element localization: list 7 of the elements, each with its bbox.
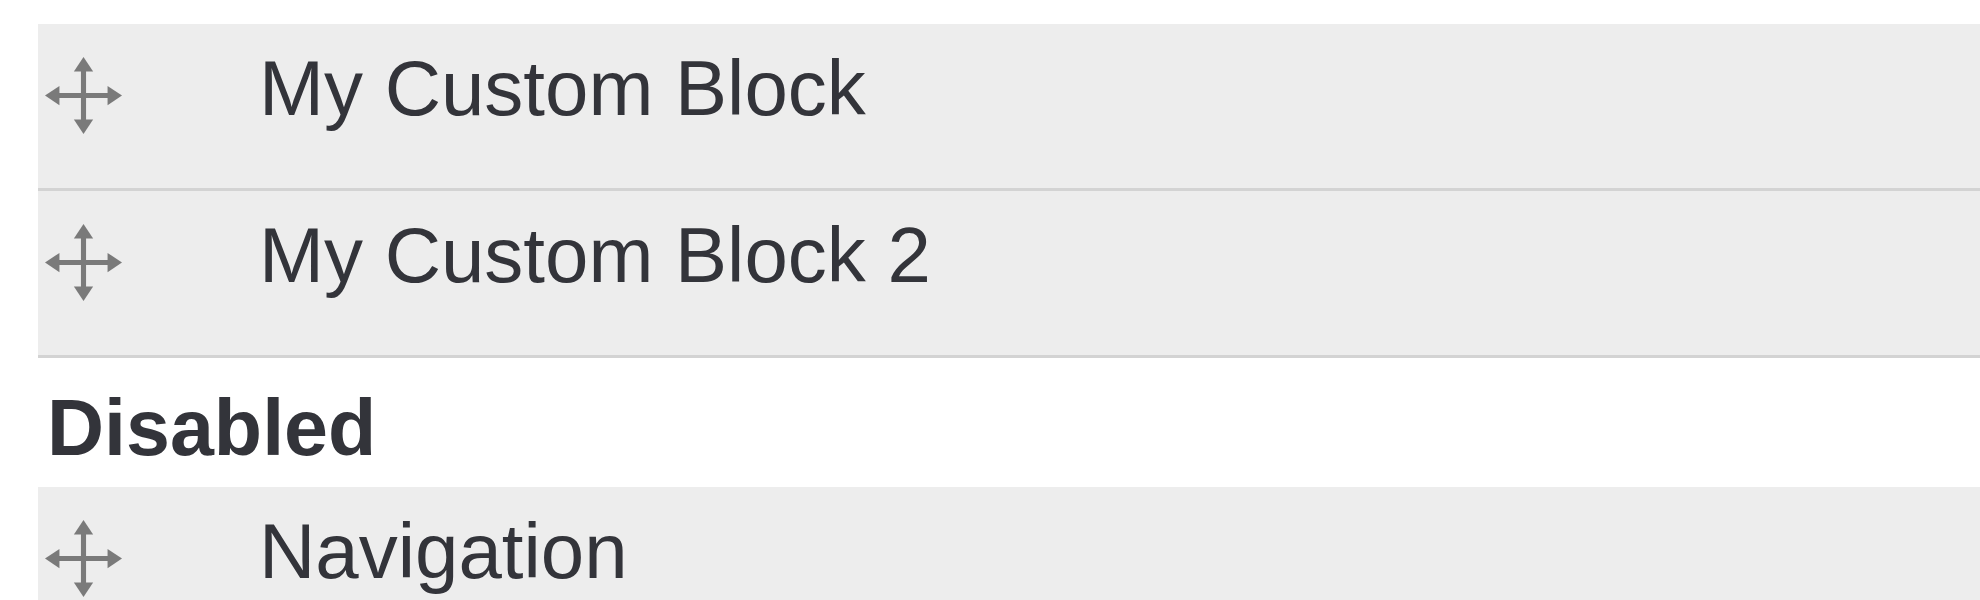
block-list-item[interactable]: My Custom Block (38, 24, 1980, 191)
move-icon[interactable] (45, 224, 122, 301)
block-list-item[interactable]: Navigation (38, 487, 1980, 600)
section-heading: Disabled (46, 382, 378, 474)
block-list-item[interactable]: My Custom Block 2 (38, 191, 1980, 358)
move-icon[interactable] (45, 520, 122, 597)
move-icon[interactable] (45, 57, 122, 134)
